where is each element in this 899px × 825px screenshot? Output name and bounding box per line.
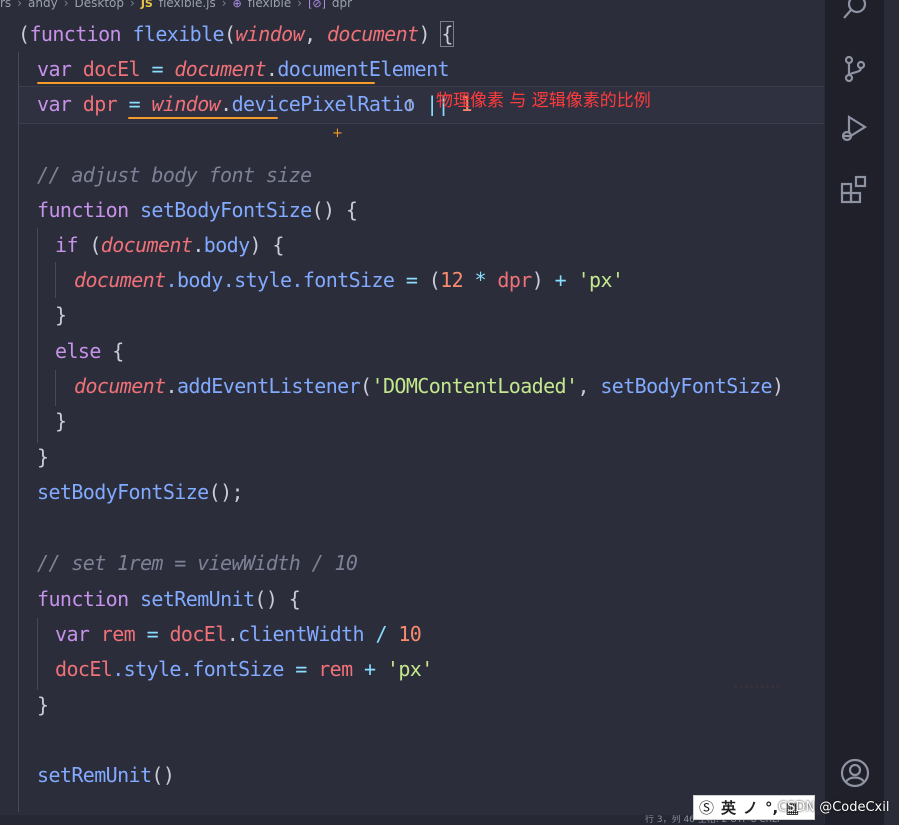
code-comment[interactable]: // adjust body font size <box>37 158 312 193</box>
search-icon[interactable] <box>839 0 871 24</box>
chevron-right-icon: › <box>17 0 22 10</box>
annotation-underline <box>128 117 278 119</box>
csdn-watermark: CSDN @CodeCxil <box>778 800 890 815</box>
ime-logo-icon[interactable]: Ⓢ <box>699 797 714 818</box>
function-symbol-icon: ⊕ <box>232 0 242 10</box>
ime-punctuation-toggle[interactable]: ノ <box>743 797 758 818</box>
source-control-icon[interactable] <box>839 53 871 85</box>
run-debug-icon[interactable] <box>839 112 871 144</box>
code-line[interactable]: if (document.body) { <box>55 228 284 263</box>
window-edge <box>884 0 899 825</box>
activity-bar <box>824 0 885 825</box>
faint-watermark: ◦◦◦◦◦◦◦◦◦ <box>733 683 781 693</box>
code-line[interactable]: } <box>37 688 49 723</box>
cursor-plus-icon: + <box>332 126 343 141</box>
code-line[interactable]: document.body.style.fontSize = (12 * dpr… <box>74 263 624 298</box>
code-line[interactable]: document.addEventListener('DOMContentLoa… <box>74 369 784 404</box>
code-line[interactable]: function setRemUnit() { <box>37 582 301 617</box>
code-line[interactable]: } <box>55 404 67 439</box>
indent-guide <box>55 370 56 406</box>
ime-width-toggle[interactable]: °, <box>765 799 778 817</box>
code-line[interactable]: function setBodyFontSize() { <box>37 193 358 228</box>
code-editor[interactable]: rs › andy › Desktop › JS flexible.js › ⊕… <box>0 0 824 825</box>
code-line[interactable]: } <box>55 298 67 333</box>
ime-language-toggle[interactable]: 英 <box>721 797 736 818</box>
breadcrumb: rs › andy › Desktop › JS flexible.js › ⊕… <box>0 0 352 11</box>
code-comment[interactable]: // set 1rem = viewWidth / 10 <box>37 546 358 581</box>
indent-guide <box>37 228 38 443</box>
text-cursor-icon: I <box>407 96 413 114</box>
breadcrumb-item[interactable]: rs <box>0 0 11 10</box>
chevron-right-icon: › <box>221 0 227 10</box>
code-line[interactable]: setRemUnit() <box>37 758 175 793</box>
code-line[interactable]: setBodyFontSize(); <box>37 475 244 510</box>
variable-symbol-icon: [⊘] <box>308 0 326 10</box>
breadcrumb-item[interactable]: flexible <box>248 0 292 10</box>
chevron-right-icon: › <box>297 0 303 10</box>
code-line[interactable]: var rem = docEl.clientWidth / 10 <box>55 617 422 652</box>
code-line[interactable]: else { <box>55 334 124 369</box>
chevron-right-icon: › <box>63 0 69 10</box>
chevron-right-icon: › <box>130 0 135 10</box>
indent-guide <box>37 618 38 690</box>
javascript-file-icon: JS <box>140 0 153 10</box>
indent-guide <box>55 262 56 298</box>
breadcrumb-item[interactable]: flexible.js <box>159 0 216 10</box>
extensions-icon[interactable] <box>839 173 871 205</box>
code-line[interactable]: (function flexible(window, document) { <box>18 17 454 52</box>
annotation-underline <box>37 82 375 84</box>
annotation-text: 物理像素 与 逻辑像素的比例 <box>436 91 651 111</box>
indent-guide <box>18 52 19 812</box>
code-line[interactable]: docEl.style.fontSize = rem + 'px' <box>55 652 433 687</box>
account-icon[interactable] <box>839 757 871 789</box>
breadcrumb-item[interactable]: dpr <box>332 0 352 10</box>
code-line[interactable]: } <box>37 440 49 475</box>
breadcrumb-item[interactable]: Desktop <box>75 0 125 10</box>
breadcrumb-item[interactable]: andy <box>28 0 58 10</box>
